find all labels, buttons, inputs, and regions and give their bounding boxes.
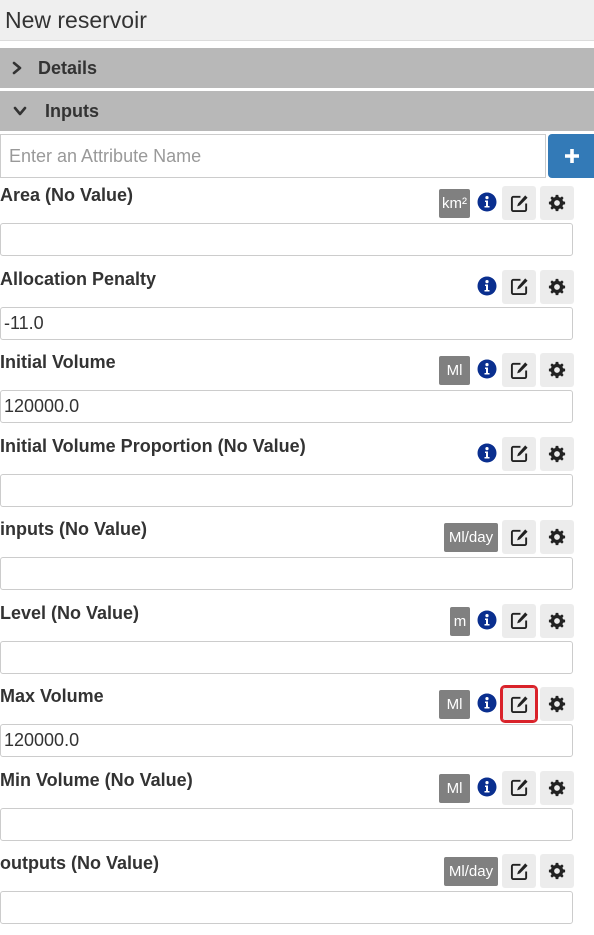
section-details-label: Details	[38, 58, 98, 78]
edit-icon	[510, 445, 528, 463]
attribute-label: Min Volume (No Value)	[0, 769, 193, 790]
attribute-label: Area (No Value)	[0, 185, 134, 205]
unit-badge: km²	[439, 189, 470, 218]
attribute-label: outputs (No Value)	[0, 853, 159, 873]
settings-button[interactable]	[540, 186, 574, 220]
attribute-value-field[interactable]	[0, 223, 573, 256]
attribute-row: Initial Volume Ml 120000.0	[0, 347, 594, 427]
attribute-label: inputs (No Value)	[0, 519, 148, 539]
attribute-row: Level (No Value) m	[0, 598, 594, 678]
edit-button[interactable]	[502, 186, 536, 220]
info-icon[interactable]	[477, 276, 497, 296]
gear-icon	[548, 528, 566, 546]
edit-icon	[510, 695, 528, 713]
info-icon[interactable]	[477, 610, 497, 630]
settings-button[interactable]	[540, 770, 574, 805]
attribute-row: inputs (No Value) Ml/day	[0, 514, 594, 594]
edit-icon	[510, 361, 528, 379]
attribute-label: Initial Volume	[0, 352, 116, 372]
chevron-right-icon	[12, 61, 22, 75]
unit-badge: Ml	[439, 690, 470, 719]
attribute-value-field[interactable]: 120000.0	[0, 724, 573, 757]
attribute-label: Level (No Value)	[0, 602, 140, 623]
attribute-value-field[interactable]	[0, 891, 573, 924]
info-icon[interactable]	[477, 777, 497, 797]
gear-icon	[548, 862, 566, 880]
attribute-value-field[interactable]: -11.0	[0, 306, 573, 340]
edit-button[interactable]	[502, 520, 536, 554]
edit-icon	[510, 862, 528, 880]
attribute-value-field[interactable]: 120000.0	[0, 390, 573, 423]
gear-icon	[548, 695, 566, 713]
plus-icon	[565, 149, 579, 163]
edit-button[interactable]	[502, 603, 536, 638]
attribute-value-field[interactable]	[0, 557, 573, 590]
info-icon[interactable]	[477, 192, 497, 212]
settings-button[interactable]	[540, 269, 574, 304]
gear-icon	[548, 779, 566, 796]
edit-icon	[510, 278, 528, 296]
gear-icon	[548, 361, 566, 379]
attribute-search-row	[0, 134, 594, 178]
add-attribute-button[interactable]	[548, 134, 594, 178]
info-icon[interactable]	[477, 443, 497, 463]
unit-badge: Ml/day	[444, 857, 498, 886]
attribute-row: Max Volume Ml 120000.0	[0, 681, 594, 761]
edit-button[interactable]	[502, 436, 536, 471]
attribute-value-field[interactable]	[0, 473, 573, 507]
section-inputs-label: Inputs	[45, 101, 99, 121]
unit-badge: Ml	[439, 356, 470, 385]
settings-button[interactable]	[540, 687, 574, 721]
info-icon[interactable]	[477, 359, 497, 379]
section-inputs-header[interactable]: Inputs	[0, 91, 594, 131]
attribute-row: Area (No Value) km²	[0, 180, 594, 260]
unit-badge: Ml	[439, 773, 470, 803]
attribute-row: Allocation Penalty -11.0	[0, 264, 594, 344]
attribute-row: Initial Volume Proportion (No Value)	[0, 431, 594, 511]
attribute-row: outputs (No Value) Ml/day	[0, 848, 594, 928]
edit-button[interactable]	[502, 269, 536, 304]
unit-badge: m	[450, 606, 470, 636]
gear-icon	[548, 612, 566, 629]
section-details-header[interactable]: Details	[0, 48, 594, 88]
settings-button[interactable]	[540, 436, 574, 471]
edit-button[interactable]	[502, 353, 536, 387]
settings-button[interactable]	[540, 603, 574, 638]
edit-icon	[510, 612, 528, 630]
edit-icon	[510, 194, 528, 212]
attribute-value-field[interactable]	[0, 640, 573, 674]
window-title: New reservoir	[0, 0, 594, 41]
attribute-name-input[interactable]	[0, 134, 546, 178]
attribute-row: Min Volume (No Value) Ml	[0, 765, 594, 845]
settings-button[interactable]	[540, 520, 574, 554]
edit-icon	[510, 528, 528, 546]
attribute-label: Max Volume	[0, 686, 104, 706]
attribute-value-field[interactable]	[0, 807, 573, 841]
gear-icon	[548, 445, 566, 462]
edit-button[interactable]	[502, 770, 536, 805]
gear-icon	[548, 278, 566, 295]
edit-icon	[510, 779, 528, 797]
attribute-label: Allocation Penalty	[0, 268, 157, 289]
edit-button[interactable]	[502, 854, 536, 888]
chevron-down-icon	[13, 106, 27, 116]
edit-button[interactable]	[500, 685, 538, 723]
gear-icon	[548, 194, 566, 212]
info-icon[interactable]	[477, 693, 497, 713]
settings-button[interactable]	[540, 854, 574, 888]
unit-badge: Ml/day	[444, 523, 498, 552]
attribute-label: Initial Volume Proportion (No Value)	[0, 435, 306, 456]
settings-button[interactable]	[540, 353, 574, 387]
